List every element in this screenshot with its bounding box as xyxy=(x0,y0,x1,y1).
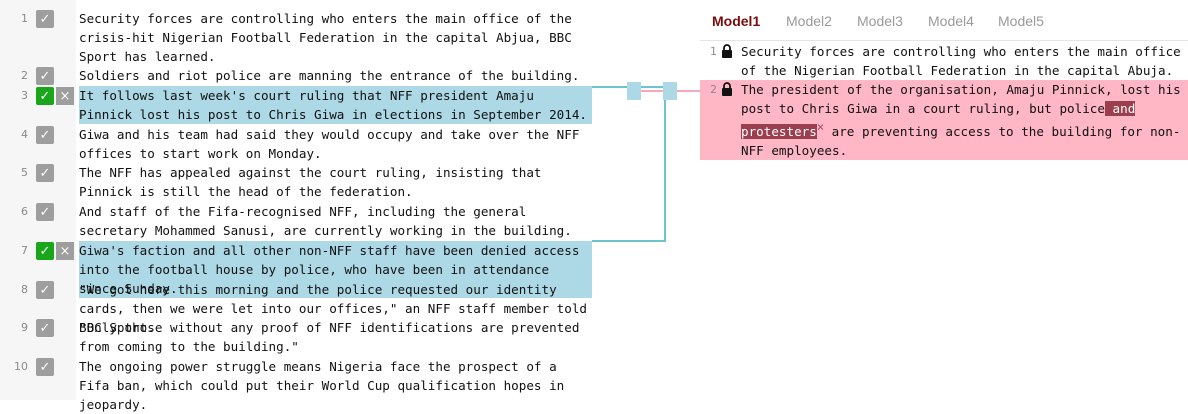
output-sentence-text[interactable]: Security forces are controlling who ente… xyxy=(741,42,1186,80)
sentence-row: 10 ✓ The ongoing power struggle means Ni… xyxy=(0,357,600,412)
sentence-row: 6 ✓ And staff of the Fifa-recognised NFF… xyxy=(0,202,600,240)
output-sentence-row: 2 The president of the organisation, Ama… xyxy=(700,80,1188,160)
check-icon[interactable]: ✓ xyxy=(36,87,54,105)
lock-icon xyxy=(722,44,732,58)
sentence-row: 3 ✓ × It follows last week's court rulin… xyxy=(0,86,600,124)
output-sentence-text[interactable]: The president of the organisation, Amaju… xyxy=(741,80,1186,160)
sentence-row: 7 ✓ × Giwa's faction and all other non-N… xyxy=(0,241,600,298)
line-number: 3 xyxy=(21,89,28,102)
alignment-connector xyxy=(664,86,666,242)
line-number: 5 xyxy=(21,166,28,179)
sentence-row: 4 ✓ Giwa and his team had said they woul… xyxy=(0,125,600,163)
output-sentence-row: 1 Security forces are controlling who en… xyxy=(700,42,1188,80)
sentence-text[interactable]: Soldiers and riot police are manning the… xyxy=(79,66,592,85)
sentence-text[interactable]: The NFF has appealed against the court r… xyxy=(79,163,592,201)
sentence-text[interactable]: The ongoing power struggle means Nigeria… xyxy=(79,357,592,414)
line-number: 2 xyxy=(710,83,717,96)
lock-icon xyxy=(722,82,732,96)
sentence-row: 9 ✓ "Only those without any proof of NFF… xyxy=(0,318,600,356)
check-icon[interactable]: ✓ xyxy=(36,319,54,337)
sentence-text[interactable]: "Only those without any proof of NFF ide… xyxy=(79,318,592,356)
marked-segment[interactable]: protesters xyxy=(741,124,817,140)
alignment-connector xyxy=(592,240,666,242)
sentence-row: 5 ✓ The NFF has appealed against the cou… xyxy=(0,163,600,201)
sentence-text[interactable]: It follows last week's court ruling that… xyxy=(79,86,592,124)
sentence-text[interactable]: Giwa and his team had said they would oc… xyxy=(79,125,592,163)
sentence-row: 8 ✓ "We got here this morning and the po… xyxy=(0,280,600,335)
marked-segment[interactable]: and xyxy=(1104,101,1136,116)
line-number: 1 xyxy=(710,45,717,58)
sentence-row: 2 ✓ Soldiers and riot police are manning… xyxy=(0,66,600,85)
line-number: 7 xyxy=(21,244,28,257)
tab-model3[interactable]: Model3 xyxy=(857,13,903,29)
check-icon[interactable]: ✓ xyxy=(36,203,54,221)
check-icon[interactable]: ✓ xyxy=(36,164,54,182)
line-number: 10 xyxy=(14,360,28,373)
remove-icon[interactable]: × xyxy=(56,242,74,260)
connector-handle[interactable] xyxy=(663,82,677,100)
tab-model2[interactable]: Model2 xyxy=(786,13,832,29)
check-icon[interactable]: ✓ xyxy=(36,242,54,260)
line-number: 6 xyxy=(21,205,28,218)
model-output-panel: Model1 Model2 Model3 Model4 Model5 1 Sec… xyxy=(700,0,1188,400)
model-tabs: Model1 Model2 Model3 Model4 Model5 xyxy=(700,0,1188,41)
sentence-text[interactable]: And staff of the Fifa-recognised NFF, in… xyxy=(79,202,592,240)
sentence-row: 1 ✓ Security forces are controlling who … xyxy=(0,9,600,66)
check-icon[interactable]: ✓ xyxy=(36,67,54,85)
line-number: 9 xyxy=(21,321,28,334)
tab-model5[interactable]: Model5 xyxy=(998,13,1044,29)
connector-handle[interactable] xyxy=(627,82,641,100)
line-number: 2 xyxy=(21,69,28,82)
remove-mark-icon[interactable]: × xyxy=(817,120,824,134)
line-number: 8 xyxy=(21,283,28,296)
remove-icon[interactable]: × xyxy=(56,87,74,105)
pink-connector xyxy=(677,90,700,92)
line-number: 1 xyxy=(21,12,28,25)
tab-model4[interactable]: Model4 xyxy=(928,13,974,29)
check-icon[interactable]: ✓ xyxy=(36,10,54,28)
line-number: 4 xyxy=(21,128,28,141)
check-icon[interactable]: ✓ xyxy=(36,126,54,144)
check-icon[interactable]: ✓ xyxy=(36,281,54,299)
check-icon[interactable]: ✓ xyxy=(36,358,54,376)
tab-model1[interactable]: Model1 xyxy=(712,13,760,29)
sentence-text[interactable]: Security forces are controlling who ente… xyxy=(79,9,592,66)
pink-connector xyxy=(641,90,663,92)
